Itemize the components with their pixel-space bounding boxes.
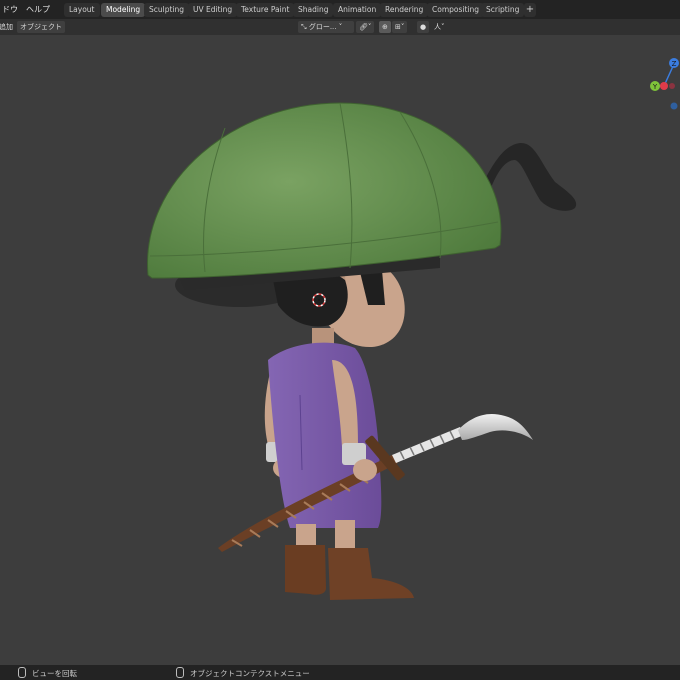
top-menu-bar: ドウ ヘルプ Layout Modeling Sculpting UV Edit… — [0, 0, 680, 19]
neg-x-axis-ball[interactable] — [669, 83, 675, 89]
chevron-down-icon: ˅ — [441, 23, 445, 31]
add-workspace-button[interactable]: + — [524, 3, 536, 17]
front-hand — [353, 459, 377, 481]
character-model[interactable] — [147, 102, 577, 600]
leg-front — [335, 520, 355, 548]
magnet-icon: ⊕ — [382, 23, 388, 31]
tab-shading[interactable]: Shading — [293, 3, 334, 17]
menu-window-partial[interactable]: ドウ — [2, 4, 18, 15]
object-menu[interactable]: オブジェクト — [17, 21, 65, 33]
boot-back — [285, 545, 326, 595]
snap-toggle[interactable]: ⊕ — [379, 21, 391, 33]
transform-orientation-label: グロー... — [308, 23, 337, 31]
chevron-down-icon: ˅ — [400, 23, 405, 31]
navigation-gizmo[interactable]: Z Y — [650, 58, 679, 110]
3d-viewport[interactable]: Z Y — [0, 35, 680, 665]
neg-z-axis-ball[interactable] — [670, 102, 678, 110]
proportional-edit-toggle[interactable]: ● — [417, 21, 430, 33]
proportional-falloff-dropdown[interactable]: 人˅ — [431, 21, 448, 33]
tab-sculpting[interactable]: Sculpting — [144, 3, 190, 17]
tab-layout[interactable]: Layout — [64, 3, 100, 17]
leg-back — [296, 524, 316, 548]
circle-dot-icon: ● — [420, 23, 427, 31]
tab-rendering[interactable]: Rendering — [380, 3, 429, 17]
mouse-right-icon — [176, 667, 184, 678]
x-axis-ball[interactable] — [660, 82, 668, 90]
status-bar: ビューを回転 オブジェクトコンテクストメニュー — [0, 665, 680, 680]
z-axis-label: Z — [672, 60, 677, 68]
falloff-icon: 人 — [434, 23, 441, 31]
mouse-icon — [18, 667, 26, 678]
tab-compositing[interactable]: Compositing — [427, 3, 485, 17]
chevron-down-icon: ˅ — [336, 23, 343, 31]
pivot-point-dropdown[interactable]: 🔗︎˅ — [356, 21, 375, 33]
boot-front — [328, 548, 414, 600]
tunic — [268, 342, 382, 528]
add-menu[interactable]: 追加 — [0, 21, 16, 33]
tab-uv-editing[interactable]: UV Editing — [188, 3, 238, 17]
transform-orientation-dropdown[interactable]: ⤡ グロー... ˅ — [298, 21, 354, 33]
sword-blade — [458, 413, 533, 440]
tab-modeling[interactable]: Modeling — [101, 3, 146, 17]
snap-target-dropdown[interactable]: ⊞˅ — [392, 21, 408, 33]
status-context-menu: オブジェクトコンテクストメニュー — [190, 669, 310, 678]
menu-help[interactable]: ヘルプ — [26, 4, 50, 15]
viewport-header: 追加 オブジェクト ⤡ グロー... ˅ 🔗︎˅ ⊕ ⊞˅ ● 人˅ — [0, 19, 680, 35]
link-icon: 🔗︎ — [359, 23, 368, 31]
y-axis-label: Y — [652, 83, 658, 91]
tab-animation[interactable]: Animation — [333, 3, 382, 17]
viewport-canvas[interactable]: Z Y — [0, 35, 680, 665]
hat — [147, 102, 502, 279]
tab-texture-paint[interactable]: Texture Paint — [236, 3, 295, 17]
status-rotate-view: ビューを回転 — [32, 669, 77, 678]
tab-scripting[interactable]: Scripting — [481, 3, 525, 17]
chevron-down-icon: ˅ — [367, 23, 372, 31]
orientation-icon: ⤡ — [301, 23, 309, 31]
